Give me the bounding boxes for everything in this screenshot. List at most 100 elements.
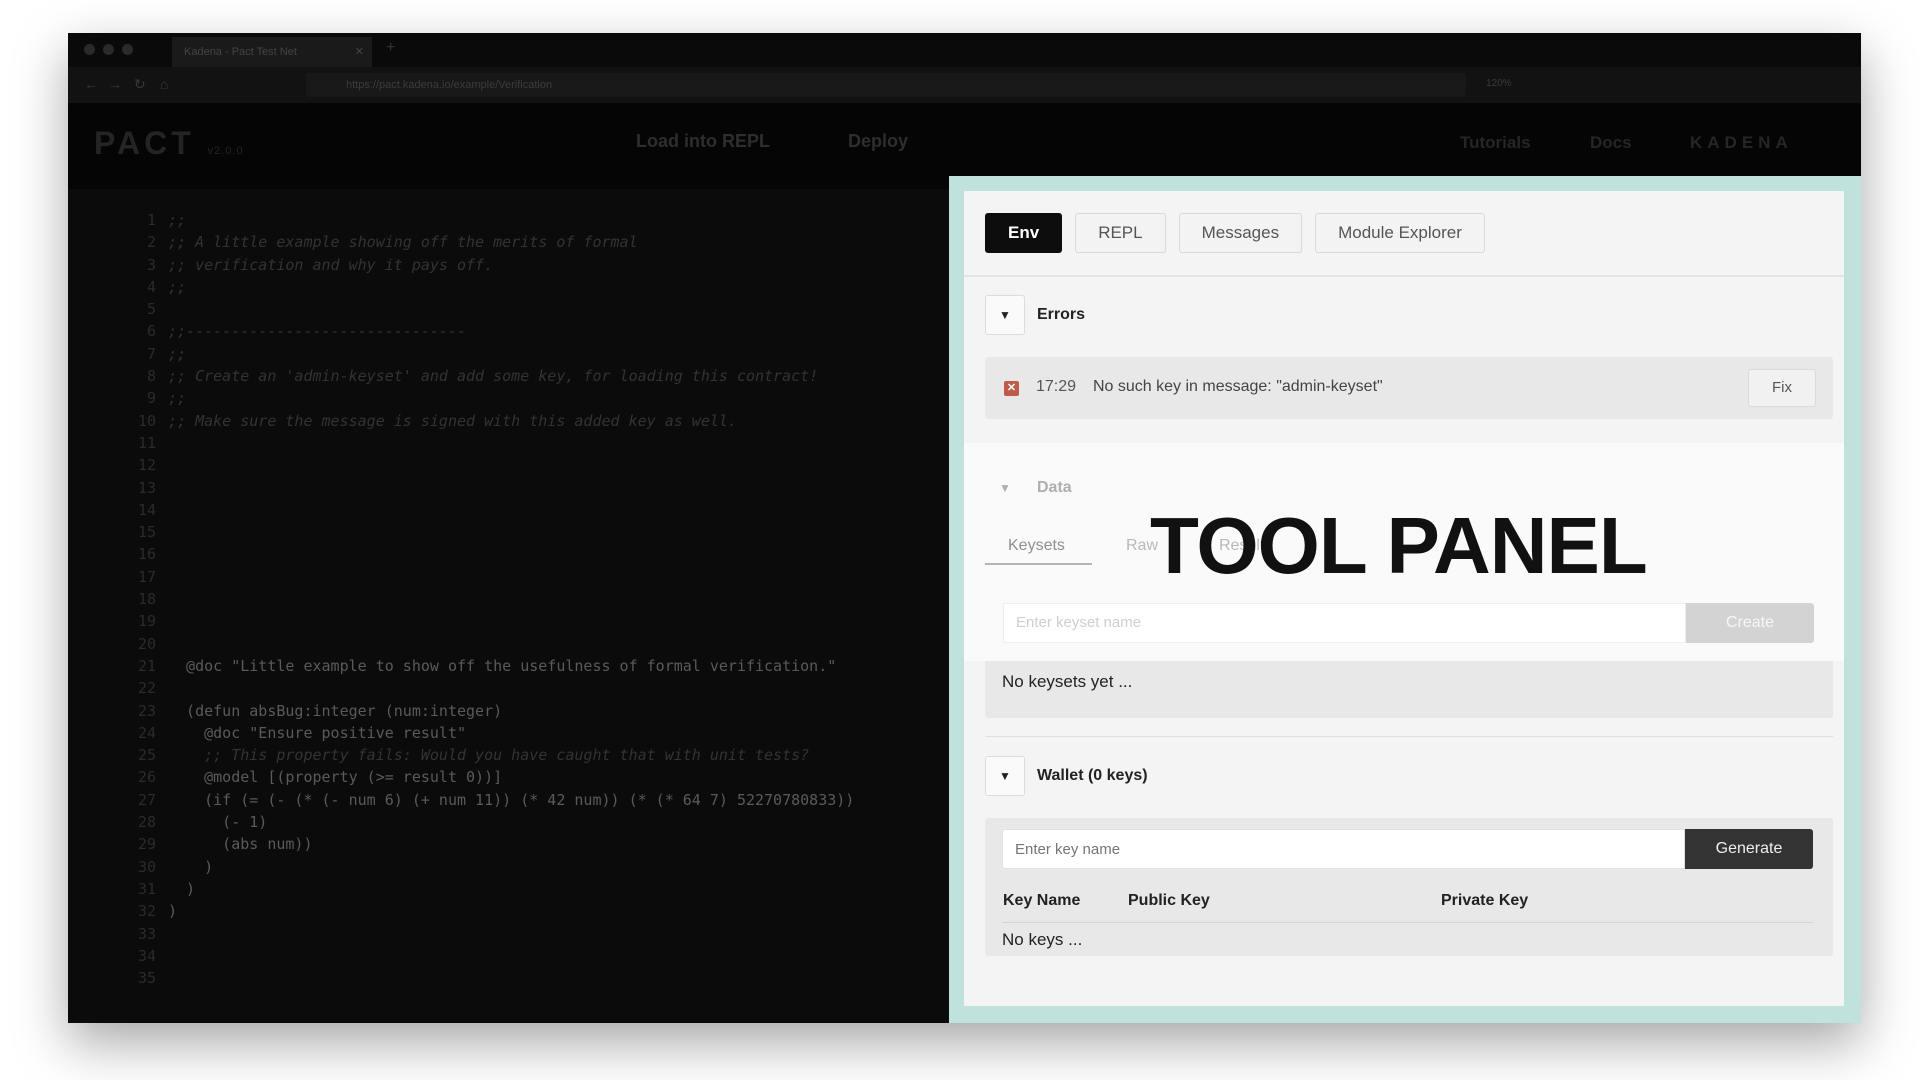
code-line[interactable]: ) [168, 878, 854, 900]
code-line[interactable]: ;; This property fails: Would you have c… [168, 744, 854, 766]
code-line[interactable] [168, 521, 854, 543]
code-line[interactable] [168, 432, 854, 454]
code-line[interactable] [168, 945, 854, 967]
code-line[interactable]: ;; [168, 276, 854, 298]
code-line[interactable]: ;; [168, 343, 854, 365]
code-line[interactable]: (if (= (- (* (- num 6) (+ num 11)) (* 42… [168, 789, 854, 811]
code-line[interactable] [168, 923, 854, 945]
line-number: 31 [137, 879, 156, 898]
keys-empty-text: No keys ... [1002, 930, 1083, 949]
address-bar[interactable]: https://pact.kadena.io/example/Verificat… [306, 73, 1466, 97]
line-number: 3 [146, 255, 156, 274]
wallet-collapse-toggle[interactable]: ▼ [985, 756, 1025, 796]
code-line[interactable]: ;; Make sure the message is signed with … [168, 410, 854, 432]
error-message: No such key in message: "admin-keyset" [1093, 378, 1383, 395]
code-line[interactable] [168, 298, 854, 320]
key-name-input[interactable] [1002, 829, 1685, 869]
column-header-key-name: Key Name [1003, 892, 1081, 909]
line-number: 14 [137, 500, 156, 519]
load-into-repl-button[interactable]: Load into REPL [636, 131, 770, 152]
browser-tab-title: Kadena - Pact Test Net [184, 46, 297, 58]
line-number: 25 [137, 746, 156, 765]
browser-tab[interactable]: Kadena - Pact Test Net ✕ [172, 37, 372, 67]
data-collapse-toggle[interactable]: ▼ [985, 468, 1025, 508]
subtab-keysets[interactable]: Keysets [1008, 537, 1065, 555]
keysets-empty-state: No keysets yet ... [985, 661, 1833, 718]
code-line[interactable]: ;; [168, 209, 854, 231]
wallet-box: Generate Key Name Public Key Private Key… [985, 818, 1833, 956]
line-number: 12 [137, 456, 156, 475]
code-line[interactable]: ;; Create an 'admin-keyset' and add some… [168, 365, 854, 387]
data-section-header: ▼ Data [985, 468, 1072, 508]
pact-logo: PACT v2.0.0 [94, 125, 244, 162]
code-line[interactable] [168, 454, 854, 476]
code-line[interactable]: ;; verification and why it pays off. [168, 254, 854, 276]
code-line[interactable] [168, 610, 854, 632]
code-line[interactable]: (abs num)) [168, 833, 854, 855]
code-line[interactable]: ;; [168, 387, 854, 409]
code-line[interactable] [168, 588, 854, 610]
new-tab-button[interactable]: + [386, 39, 395, 57]
code-line[interactable] [168, 499, 854, 521]
keyset-name-input[interactable]: Enter keyset name [1003, 603, 1686, 643]
code-line[interactable] [168, 677, 854, 699]
line-number: 13 [137, 478, 156, 497]
close-tab-icon[interactable]: ✕ [355, 37, 364, 67]
navigation-bar: ← → ↻ ⌂ https://pact.kadena.io/example/V… [68, 67, 1861, 103]
tab-messages[interactable]: Messages [1178, 213, 1303, 253]
create-keyset-button[interactable]: Create [1686, 603, 1814, 643]
line-number: 27 [137, 790, 156, 809]
close-window-button[interactable] [84, 44, 95, 55]
line-number: 6 [146, 322, 156, 341]
code-line[interactable]: @doc "Ensure positive result" [168, 722, 854, 744]
tab-module-explorer[interactable]: Module Explorer [1315, 213, 1485, 253]
fix-button[interactable]: Fix [1748, 369, 1816, 407]
line-number: 18 [137, 590, 156, 609]
reload-icon[interactable]: ↻ [134, 76, 146, 93]
column-header-public-key: Public Key [1128, 892, 1210, 909]
line-number: 21 [137, 656, 156, 675]
tab-env[interactable]: Env [985, 213, 1063, 253]
zoom-level[interactable]: 120% [1486, 78, 1512, 89]
tool-panel-label: TOOL PANEL [1150, 501, 1648, 590]
forward-icon[interactable]: → [108, 76, 122, 92]
line-number: 30 [137, 857, 156, 876]
code-line[interactable] [168, 477, 854, 499]
code-line[interactable] [168, 633, 854, 655]
code-line[interactable] [168, 566, 854, 588]
code-line[interactable]: ) [168, 900, 854, 922]
code-line[interactable] [168, 967, 854, 989]
tab-strip: Kadena - Pact Test Net ✕ + [68, 33, 1861, 67]
line-number: 8 [146, 367, 156, 386]
maximize-window-button[interactable] [122, 44, 133, 55]
code-editor[interactable]: 1 2 3 4 5 6 7 8 9 10 11 12 13 14 15 16 17 18 19 20 21 22 23 24 2… [68, 189, 948, 1023]
table-header-rule [1002, 922, 1813, 923]
minimize-window-button[interactable] [103, 44, 114, 55]
line-number: 11 [137, 433, 156, 452]
code-content[interactable]: ;;;; A little example showing off the me… [168, 209, 854, 989]
code-line[interactable]: ;;------------------------------- [168, 320, 854, 342]
line-number: 16 [137, 545, 156, 564]
tutorials-link[interactable]: Tutorials [1460, 133, 1531, 153]
data-divider [985, 736, 1833, 737]
code-line[interactable]: @doc "Little example to show off the use… [168, 655, 854, 677]
code-line[interactable]: ;; A little example showing off the meri… [168, 231, 854, 253]
wallet-section-header: ▼ Wallet (0 keys) [985, 756, 1148, 796]
home-icon[interactable]: ⌂ [160, 76, 168, 92]
line-number: 15 [137, 523, 156, 542]
errors-collapse-toggle[interactable]: ▼ [985, 295, 1025, 335]
code-line[interactable] [168, 543, 854, 565]
code-line[interactable]: (defun absBug:integer (num:integer) [168, 700, 854, 722]
code-line[interactable]: @model [(property (>= result 0))] [168, 766, 854, 788]
deploy-button[interactable]: Deploy [848, 131, 908, 152]
tab-repl[interactable]: REPL [1075, 213, 1166, 253]
error-item: ✕ 17:29 No such key in message: "admin-k… [985, 357, 1833, 419]
code-line[interactable]: (- 1) [168, 811, 854, 833]
docs-link[interactable]: Docs [1590, 133, 1632, 153]
code-line[interactable]: ) [168, 856, 854, 878]
generate-key-button[interactable]: Generate [1685, 829, 1813, 869]
line-number: 17 [137, 567, 156, 586]
line-number: 32 [137, 902, 156, 921]
errors-section-header: ▼ Errors [985, 295, 1085, 335]
back-icon[interactable]: ← [84, 76, 98, 92]
